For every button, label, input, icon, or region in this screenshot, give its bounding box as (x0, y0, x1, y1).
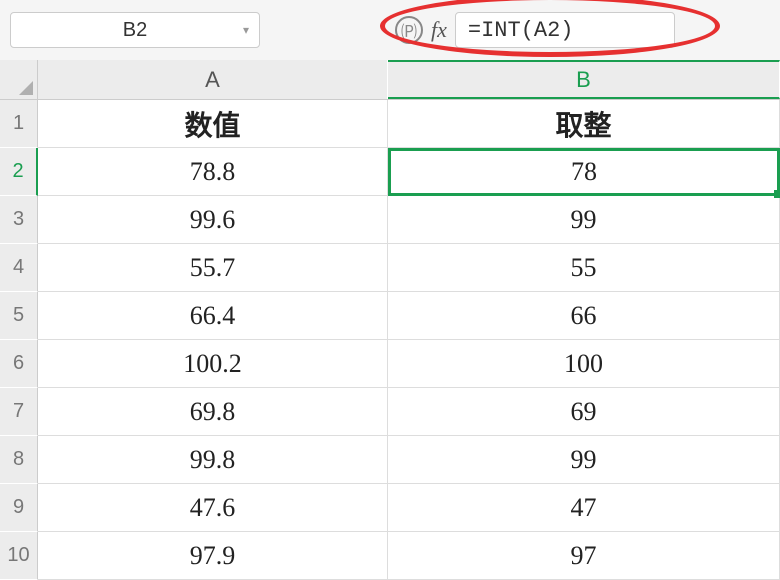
fx-label-icon[interactable]: fx (431, 17, 447, 43)
column-header-A[interactable]: A (38, 60, 388, 99)
table-row: 1数值取整 (0, 100, 780, 148)
cell-B6[interactable]: 100 (388, 340, 780, 388)
name-box-dropdown-icon[interactable]: ▾ (243, 23, 249, 37)
cell-A4[interactable]: 55.7 (38, 244, 388, 292)
formula-bar-area: B2 ▾ 🄟 fx =INT(A2) (0, 0, 780, 60)
table-row: 566.466 (0, 292, 780, 340)
row-header-9[interactable]: 9 (0, 484, 38, 532)
select-all-corner[interactable] (0, 60, 38, 99)
row-header-3[interactable]: 3 (0, 196, 38, 244)
row-header-1[interactable]: 1 (0, 100, 38, 148)
cell-A9[interactable]: 47.6 (38, 484, 388, 532)
column-header-row: A B (0, 60, 780, 100)
row-header-10[interactable]: 10 (0, 532, 38, 580)
cell-A5[interactable]: 66.4 (38, 292, 388, 340)
name-box-value: B2 (23, 19, 247, 42)
table-row: 1097.997 (0, 532, 780, 580)
formula-text: =INT(A2) (468, 18, 574, 43)
cell-B9[interactable]: 47 (388, 484, 780, 532)
table-row: 769.869 (0, 388, 780, 436)
cell-B1[interactable]: 取整 (388, 100, 780, 148)
row-header-7[interactable]: 7 (0, 388, 38, 436)
formula-area: 🄟 fx =INT(A2) (395, 12, 675, 48)
cell-A7[interactable]: 69.8 (38, 388, 388, 436)
table-row: 399.699 (0, 196, 780, 244)
row-header-8[interactable]: 8 (0, 436, 38, 484)
cell-A3[interactable]: 99.6 (38, 196, 388, 244)
table-row: 278.878 (0, 148, 780, 196)
cell-B5[interactable]: 66 (388, 292, 780, 340)
cell-A8[interactable]: 99.8 (38, 436, 388, 484)
cell-B8[interactable]: 99 (388, 436, 780, 484)
cell-B4[interactable]: 55 (388, 244, 780, 292)
table-row: 899.899 (0, 436, 780, 484)
cell-A2[interactable]: 78.8 (38, 148, 388, 196)
spreadsheet-grid: A B 1数值取整278.878399.699455.755566.466610… (0, 60, 780, 580)
formula-input[interactable]: =INT(A2) (455, 12, 675, 48)
cell-B7[interactable]: 69 (388, 388, 780, 436)
cell-B2[interactable]: 78 (388, 148, 780, 196)
row-header-2[interactable]: 2 (0, 148, 38, 196)
cell-A10[interactable]: 97.9 (38, 532, 388, 580)
cell-B3[interactable]: 99 (388, 196, 780, 244)
table-row: 6100.2100 (0, 340, 780, 388)
table-row: 947.647 (0, 484, 780, 532)
row-header-4[interactable]: 4 (0, 244, 38, 292)
select-all-triangle-icon (19, 81, 33, 95)
fill-handle[interactable] (774, 190, 780, 198)
insert-function-icon[interactable]: 🄟 (395, 16, 423, 44)
cell-A1[interactable]: 数值 (38, 100, 388, 148)
column-header-B[interactable]: B (388, 60, 780, 99)
cell-B10[interactable]: 97 (388, 532, 780, 580)
row-header-6[interactable]: 6 (0, 340, 38, 388)
cell-A6[interactable]: 100.2 (38, 340, 388, 388)
row-header-5[interactable]: 5 (0, 292, 38, 340)
name-box[interactable]: B2 ▾ (10, 12, 260, 48)
table-row: 455.755 (0, 244, 780, 292)
